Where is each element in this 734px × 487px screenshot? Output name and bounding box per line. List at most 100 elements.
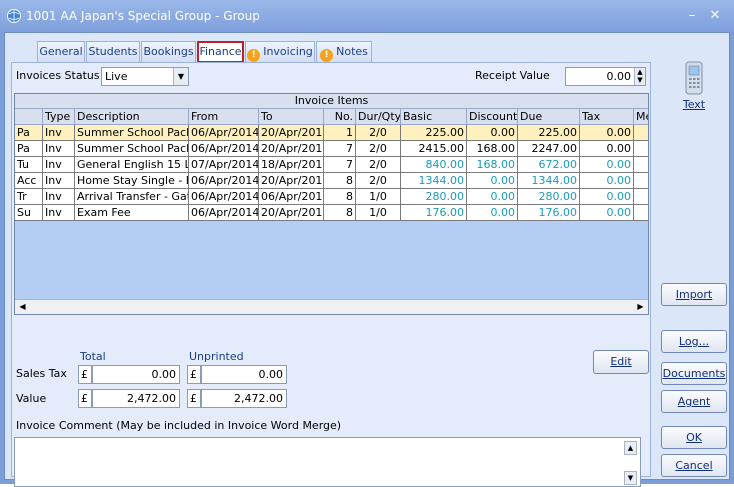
table-cell-dur: 2/0: [356, 125, 401, 141]
table-cell-no: 7: [324, 157, 356, 173]
table-cell-to: 20/Apr/201: [259, 173, 324, 189]
col-header-to[interactable]: To: [259, 109, 324, 125]
table-row[interactable]: Pa Inv Summer School Pack 06/Apr/2014 20/Apr…: [15, 125, 648, 141]
log-button[interactable]: Log...: [661, 330, 727, 353]
value-unprinted-field[interactable]: 2,472.00: [201, 389, 287, 408]
tab-invoicing[interactable]: ! Invoicing: [245, 41, 315, 62]
table-cell-dur: 2/0: [356, 173, 401, 189]
sales-tax-total-field[interactable]: 0.00: [92, 365, 180, 384]
table-cell-me: [634, 125, 648, 141]
col-header-description[interactable]: Description: [75, 109, 189, 125]
col-header-due[interactable]: Due: [518, 109, 580, 125]
table-cell-c0: Tr: [15, 189, 43, 205]
scroll-up-icon[interactable]: ▲: [624, 441, 637, 455]
table-cell-to: 18/Apr/201: [259, 157, 324, 173]
table-cell-type: Inv: [43, 157, 75, 173]
chevron-down-icon[interactable]: ▼: [173, 68, 188, 85]
table-cell-tax: 0.00: [580, 141, 634, 157]
table-cell-c0: Acc: [15, 173, 43, 189]
table-cell-from: 07/Apr/2014: [189, 157, 259, 173]
spinner-icon[interactable]: ▲ ▼: [634, 68, 645, 85]
value-label: Value: [16, 392, 47, 405]
table-cell-discount: 0.00: [467, 205, 518, 221]
edit-button[interactable]: Edit: [593, 350, 649, 374]
table-cell-discount: 0.00: [467, 125, 518, 141]
table-cell-from: 06/Apr/2014: [189, 205, 259, 221]
table-cell-c0: Pa: [15, 125, 43, 141]
table-cell-me: [634, 189, 648, 205]
receipt-value-field[interactable]: 0.00 ▲ ▼: [565, 67, 646, 86]
col-header-type[interactable]: Type: [43, 109, 75, 125]
table-cell-dur: 2/0: [356, 141, 401, 157]
tab-bookings[interactable]: Bookings: [141, 41, 196, 62]
invoices-status-select[interactable]: Live ▼: [101, 67, 189, 86]
horizontal-scrollbar[interactable]: ◀ ▶: [15, 299, 648, 314]
tab-notes[interactable]: ! Notes: [316, 41, 372, 62]
unprinted-label: Unprinted: [189, 350, 244, 363]
table-cell-from: 06/Apr/2014: [189, 141, 259, 157]
table-cell-from: 06/Apr/2014: [189, 173, 259, 189]
value-total-field[interactable]: 2,472.00: [92, 389, 180, 408]
minimize-button[interactable]: –: [683, 8, 701, 24]
agent-button[interactable]: Agent: [661, 390, 727, 413]
table-row[interactable]: Pa Inv Summer School Pack 06/Apr/2014 20/Apr…: [15, 141, 648, 157]
table-cell-discount: 168.00: [467, 157, 518, 173]
col-header-discount[interactable]: Discount: [467, 109, 518, 125]
table-cell-dur: 2/0: [356, 157, 401, 173]
currency-symbol: £: [78, 365, 92, 384]
col-header-tax[interactable]: Tax: [580, 109, 634, 125]
tab-finance[interactable]: Finance: [197, 41, 244, 63]
sales-tax-unprinted-field[interactable]: 0.00: [201, 365, 287, 384]
table-row[interactable]: Su Inv Exam Fee 06/Apr/2014 20/Apr/201 8 1/0 17…: [15, 205, 648, 221]
col-header-basic[interactable]: Basic: [401, 109, 467, 125]
table-cell-basic: 280.00: [401, 189, 467, 205]
globe-icon: [7, 9, 21, 23]
tab-general[interactable]: General: [37, 41, 85, 62]
table-cell-dur: 1/0: [356, 189, 401, 205]
invoice-comment-textarea[interactable]: ▲ ▼: [14, 437, 641, 487]
invoice-items-grid: Invoice Items Type Description From To N…: [14, 93, 649, 315]
documents-button[interactable]: Documents: [661, 362, 727, 385]
table-row[interactable]: Acc Inv Home Stay Single - B 06/Apr/2014 20/…: [15, 173, 648, 189]
scroll-right-icon[interactable]: ▶: [634, 301, 647, 313]
app-window: 1001 AA Japan's Special Group - Group – …: [0, 0, 734, 487]
ok-button[interactable]: OK: [661, 426, 727, 449]
table-cell-no: 8: [324, 189, 356, 205]
text-button[interactable]: Text: [672, 61, 716, 115]
scroll-down-icon[interactable]: ▼: [624, 471, 637, 485]
table-cell-basic: 840.00: [401, 157, 467, 173]
text-button-label: Text: [682, 98, 706, 111]
table-cell-c0: Su: [15, 205, 43, 221]
table-cell-no: 1: [324, 125, 356, 141]
table-cell-due: 672.00: [518, 157, 580, 173]
table-cell-basic: 2415.00: [401, 141, 467, 157]
col-header-dur-qty[interactable]: Dur/Qty: [356, 109, 401, 125]
scroll-left-icon[interactable]: ◀: [16, 301, 29, 313]
table-cell-me: [634, 157, 648, 173]
table-row[interactable]: Tr Inv Arrival Transfer - Gat 06/Apr/2014 06…: [15, 189, 648, 205]
table-cell-to: 06/Apr/201: [259, 189, 324, 205]
table-cell-type: Inv: [43, 205, 75, 221]
receipt-value-label: Receipt Value: [475, 69, 550, 82]
table-row[interactable]: Tu Inv General English 15 L 07/Apr/2014 18/A…: [15, 157, 648, 173]
table-cell-type: Inv: [43, 141, 75, 157]
col-header-no[interactable]: No.: [324, 109, 356, 125]
col-header-from[interactable]: From: [189, 109, 259, 125]
grid-title: Invoice Items: [15, 94, 648, 109]
tab-students[interactable]: Students: [86, 41, 140, 62]
info-icon: !: [320, 49, 334, 62]
col-header-code[interactable]: [15, 109, 43, 125]
table-cell-tax: 0.00: [580, 189, 634, 205]
table-cell-desc: Home Stay Single - B: [75, 173, 189, 189]
cancel-button[interactable]: Cancel: [661, 454, 727, 477]
table-cell-due: 2247.00: [518, 141, 580, 157]
currency-symbol: £: [78, 389, 92, 408]
col-header-me[interactable]: Me: [634, 109, 648, 125]
close-button[interactable]: ✕: [706, 8, 724, 24]
currency-symbol: £: [187, 389, 201, 408]
table-cell-discount: 0.00: [467, 173, 518, 189]
vertical-scrollbar[interactable]: ▲ ▼: [624, 441, 638, 485]
currency-symbol: £: [187, 365, 201, 384]
table-cell-type: Inv: [43, 189, 75, 205]
import-button[interactable]: Import: [661, 283, 727, 306]
